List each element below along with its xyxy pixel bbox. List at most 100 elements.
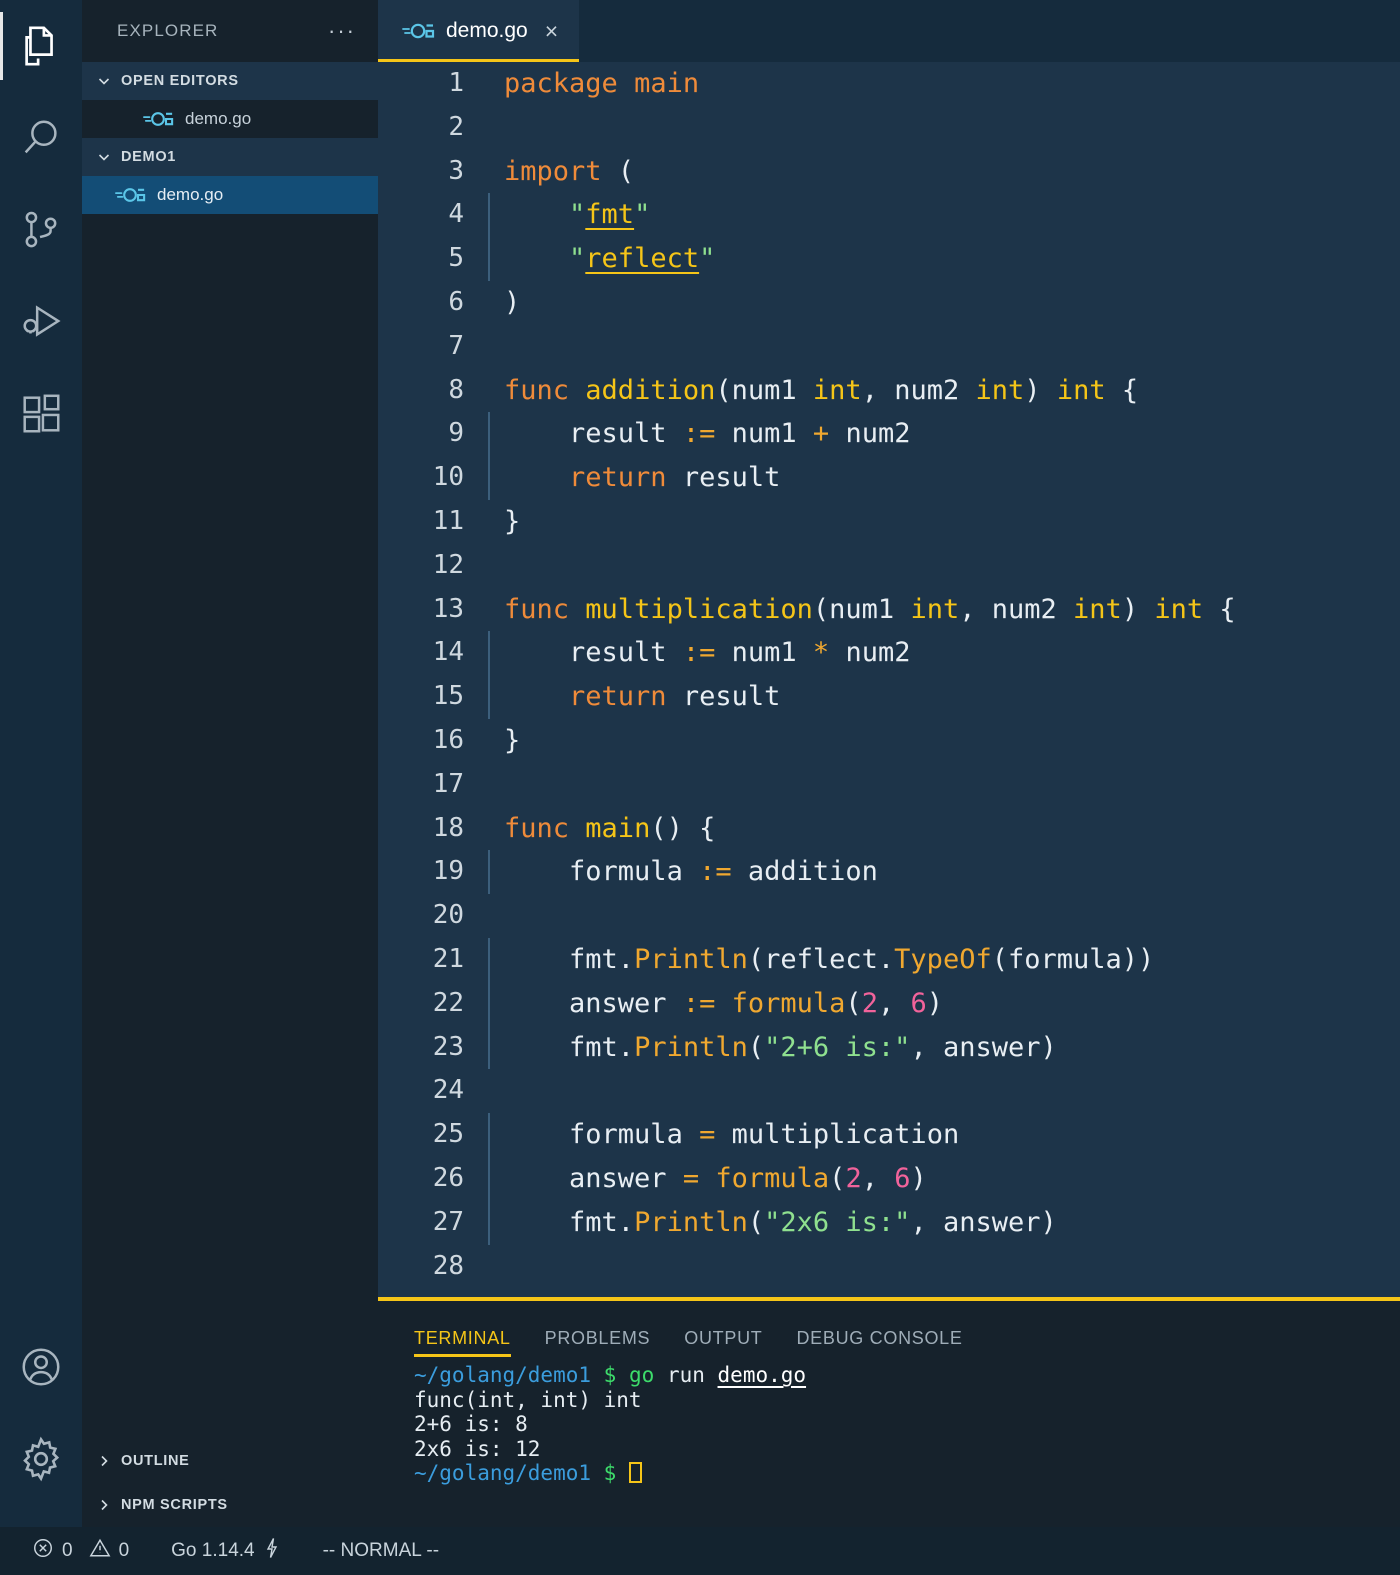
code-token: answer [569,1162,667,1194]
code-token: " [699,243,716,275]
activity-item-source-control[interactable] [0,184,82,276]
code-token: := [682,418,716,450]
open-editor-item-demo-go[interactable]: demo.go [82,100,378,138]
line-number: 19 [432,856,464,887]
editor-area: demo.go × 1 package main 2 3 import (4 "fmt"… [378,0,1400,1527]
code-line-content: func main() { [488,807,1400,851]
code-line: 9 result := num1 + num2 [378,412,1400,457]
line-number: 8 [448,374,464,405]
code-token: 6 [894,1162,911,1194]
line-number: 21 [432,943,464,974]
code-token: = [699,1119,716,1151]
sidebar-section-demo1[interactable]: DEMO1 [82,138,378,176]
code-token: (formula)) [991,943,1155,975]
sidebar-section-npm-scripts[interactable]: NPM SCRIPTS [82,1483,378,1527]
panel-tab-output[interactable]: OUTPUT [684,1328,762,1357]
file-tree-item-label: demo.go [157,185,224,204]
activity-item-manage-settings[interactable] [0,1413,82,1505]
close-icon[interactable]: × [545,19,558,43]
code-token: 2 [861,987,878,1019]
code-token[interactable]: reflect [585,243,699,274]
code-line-content: func multiplication(num1 int, num2 int) … [488,588,1400,632]
sidebar-title: EXPLORER [117,21,219,40]
code-line-content: import ( [488,150,1400,194]
line-number: 18 [432,812,464,843]
code-line: 5 "reflect" [378,237,1400,281]
status-language-version[interactable]: Go 1.14.4 [157,1527,294,1575]
line-number: 11 [432,505,464,536]
activity-item-accounts[interactable] [0,1321,82,1413]
code-line: 24 [378,1069,1400,1113]
code-line-content: fmt.Println("2x6 is:", answer) [488,1200,1400,1245]
line-number: 28 [432,1250,464,1281]
code-token: { [1219,593,1236,625]
code-token: { [1121,374,1139,406]
code-token: num2 [845,637,911,669]
warning-count: 0 [118,1540,130,1561]
terminal-prompt-path: ~/golang/demo1 [414,1363,592,1387]
account-icon [18,1343,64,1391]
status-problems[interactable]: 0 0 [18,1527,143,1575]
terminal-command-args: run [666,1363,705,1387]
code-token: num2 [894,374,960,406]
code-token: fmt. [569,1031,635,1063]
code-line: 1 package main [378,62,1400,106]
line-number: 20 [432,900,464,931]
code-token: Println [634,1206,748,1238]
code-token: result [569,637,667,669]
chevron-down-icon [96,149,112,165]
code-line-content: "fmt" [488,193,1400,238]
code-token[interactable]: fmt [585,199,634,230]
go-file-icon [142,109,176,129]
indent-guide [488,1156,490,1201]
code-token: "2x6 is:" [764,1206,911,1238]
code-token: " [569,243,586,275]
code-token: + [812,418,830,450]
activity-item-extensions[interactable] [0,368,82,460]
code-line-content: package main [488,62,1400,106]
sidebar-more-actions-icon[interactable]: ··· [328,20,356,42]
source-control-icon [18,206,64,254]
code-token: addition [585,374,716,406]
panel-tab-terminal[interactable]: TERMINAL [414,1328,511,1357]
code-token: } [504,1294,520,1297]
code-token: Println [634,1031,748,1063]
code-token: Println [634,943,748,975]
line-number: 23 [432,1031,464,1062]
code-line: 26 answer = formula(2, 6) [378,1156,1400,1201]
sidebar: EXPLORER ··· OPEN EDITORS demo.go DEMO1 … [82,0,378,1527]
code-line-content: return result [488,456,1400,500]
activity-item-run-and-debug[interactable] [0,276,82,368]
sidebar-section-outline[interactable]: OUTLINE [82,1439,378,1483]
activity-item-search[interactable] [0,92,82,184]
code-token: formula [731,987,846,1019]
activity-item-explorer[interactable] [0,0,82,92]
code-editor[interactable]: 1 package main 2 3 import (4 "fmt" 5 "reflect… [378,62,1400,1297]
code-line: 23 fmt.Println("2+6 is:", answer) [378,1025,1400,1070]
terminal-output[interactable]: ~/golang/demo1 $ go run demo.go func(int… [378,1357,1400,1527]
line-number: 22 [432,987,464,1018]
panel-tab-problems[interactable]: PROBLEMS [545,1328,651,1357]
code-token: ) [1121,593,1139,625]
sidebar-section-open-editors[interactable]: OPEN EDITORS [82,62,378,100]
panel-tab-debug-console[interactable]: DEBUG CONSOLE [796,1328,962,1357]
file-tree-item-demo-go[interactable]: demo.go [82,176,378,214]
code-token: "2+6 is:" [764,1031,911,1063]
line-number: 10 [432,462,464,493]
editor-tab-demo-go[interactable]: demo.go × [378,0,580,62]
indent-guide [488,937,490,982]
editor-tab-bar: demo.go × [378,0,1400,62]
